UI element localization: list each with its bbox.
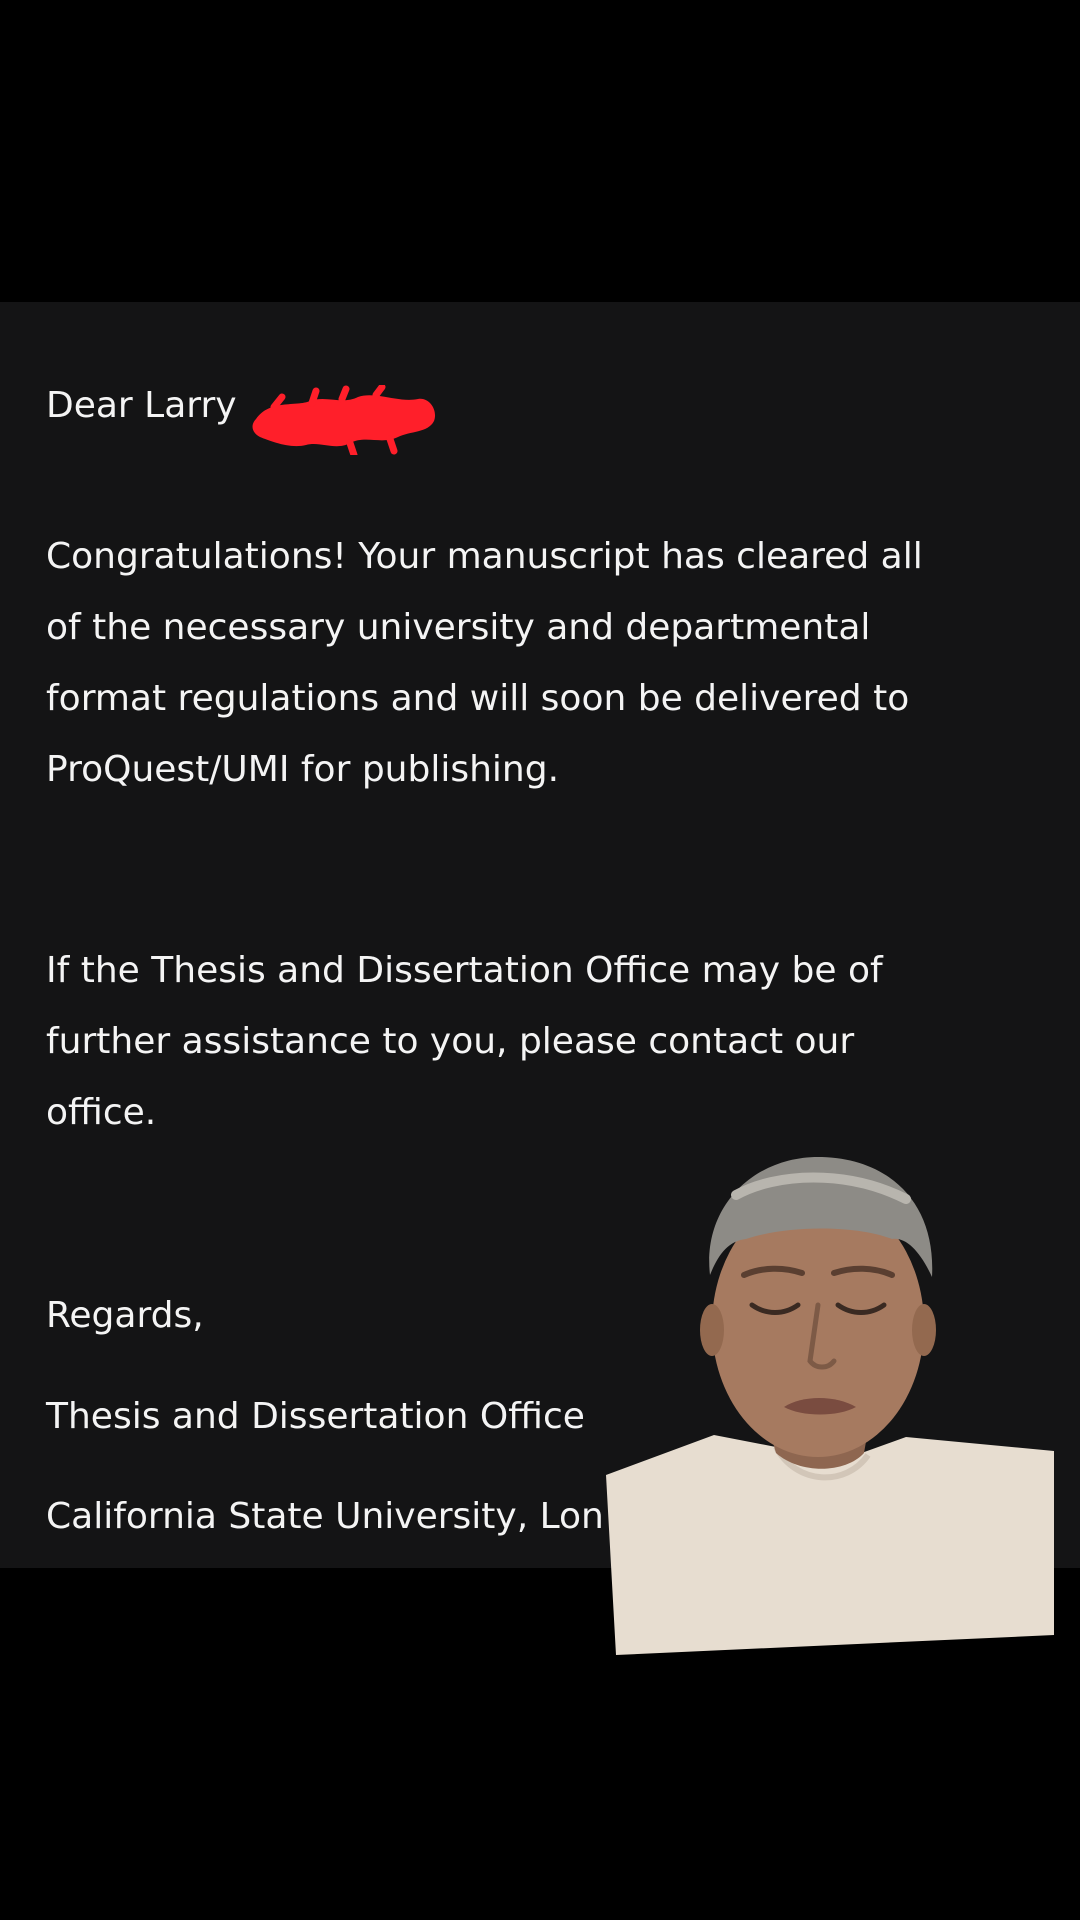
signature-university: California State University, Lon <box>46 1496 604 1537</box>
signature-office: Thesis and Dissertation Office <box>46 1396 585 1437</box>
paragraph-line: ProQuest/UMI for publishing. <box>46 749 560 790</box>
paragraph-line: further assistance to you, please contac… <box>46 1021 855 1062</box>
letter-greeting: Dear Larry <box>46 385 237 426</box>
paragraph-line: Congratulations! Your manuscript has cle… <box>46 536 923 577</box>
paragraph-line: of the necessary university and departme… <box>46 607 871 648</box>
paragraph-congratulations: Congratulations! Your manuscript has cle… <box>46 521 923 805</box>
redaction-scribble <box>252 385 436 455</box>
paragraph-line: format regulations and will soon be deli… <box>46 678 910 719</box>
paragraph-line: office. <box>46 1092 157 1133</box>
video-frame: Dear Larry Congratulations! Your manuscr… <box>0 0 1080 1920</box>
letter-closing: Regards, <box>46 1295 204 1336</box>
webcam-overlay-person <box>606 1156 1054 1655</box>
paragraph-assistance: If the Thesis and Dissertation Office ma… <box>46 935 883 1148</box>
paragraph-line: If the Thesis and Dissertation Office ma… <box>46 950 883 991</box>
